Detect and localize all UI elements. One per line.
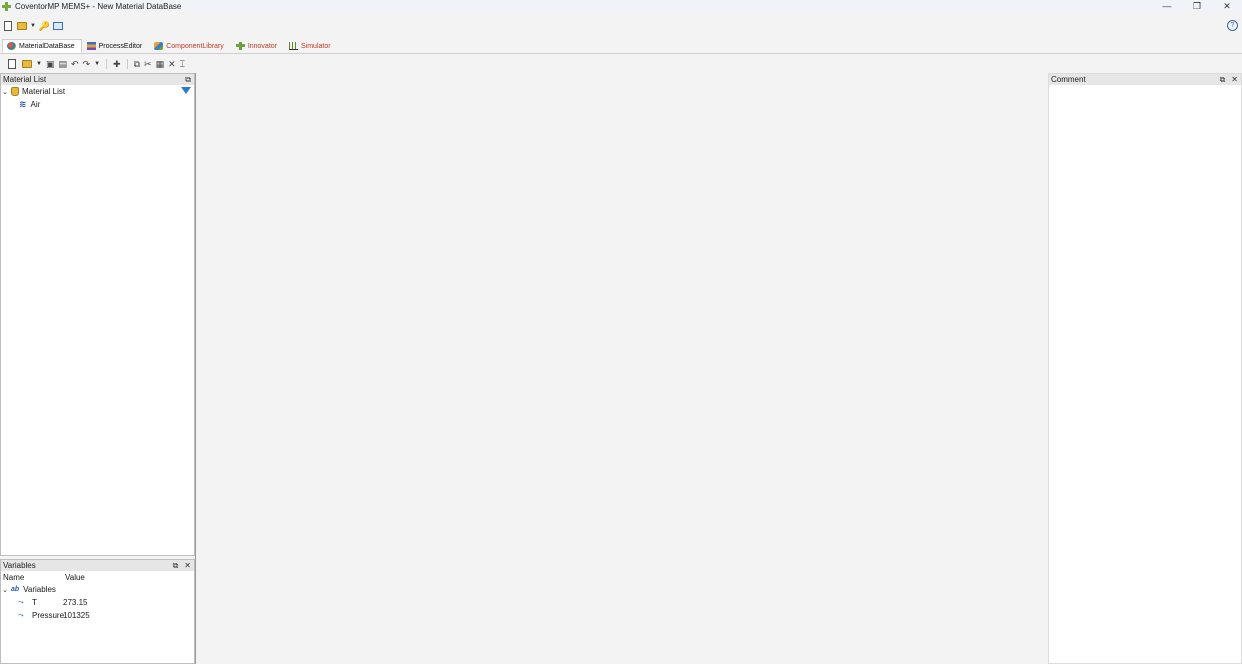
panel-header: Variables ⧉ ✕ xyxy=(1,560,194,571)
column-name[interactable]: Name xyxy=(3,573,65,582)
tab-label: ComponentLibrary xyxy=(166,42,224,50)
variables-panel: Variables ⧉ ✕ Name Value ⌄ ab Variables … xyxy=(0,559,195,664)
float-panel-icon[interactable]: ⧉ xyxy=(1220,75,1226,85)
delete-icon[interactable]: ✕ xyxy=(168,59,176,69)
panel-title: Comment xyxy=(1051,75,1086,84)
copy-icon[interactable]: ⧉ xyxy=(134,59,140,69)
open-dropdown-icon[interactable]: ▼ xyxy=(30,23,36,29)
material-db-icon xyxy=(7,42,16,50)
tree-root-label: Material List xyxy=(22,87,66,96)
variable-icon: ⤳ xyxy=(18,611,24,619)
open-folder-icon[interactable] xyxy=(16,21,27,32)
open-dropdown-icon[interactable]: ▼ xyxy=(36,61,42,67)
variable-icon: ⤳ xyxy=(18,598,24,606)
undo-icon[interactable]: ↶ xyxy=(71,59,79,69)
variable-row[interactable]: ⤳ Pressure 101325 xyxy=(1,609,194,622)
close-icon[interactable]: ✕ xyxy=(1231,75,1238,84)
panel-header: Material List ⧉ xyxy=(1,74,194,85)
tab-component-library[interactable]: ComponentLibrary xyxy=(149,39,231,53)
tab-simulator[interactable]: Simulator xyxy=(284,39,338,53)
group-label: Variables xyxy=(23,585,56,594)
process-editor-icon xyxy=(86,42,96,50)
column-headers: Name Value xyxy=(1,571,194,583)
open-icon[interactable] xyxy=(21,59,32,70)
close-button[interactable]: ✕ xyxy=(1212,0,1242,12)
panel-header: Comment ⧉ ✕ xyxy=(1049,74,1241,85)
fluid-wave-icon: ≋ xyxy=(19,99,27,109)
minimize-button[interactable]: — xyxy=(1152,0,1182,12)
variable-value[interactable]: 273.15 xyxy=(63,598,87,607)
add-material-icon[interactable]: ✚ xyxy=(113,59,121,69)
tab-innovator[interactable]: Innovator xyxy=(231,39,284,53)
toolbar-separator xyxy=(106,59,108,69)
tab-label: ProcessEditor xyxy=(98,42,143,50)
module-tabs: MaterialDataBase ProcessEditor Component… xyxy=(0,39,1242,54)
tree-item-label: Air xyxy=(30,100,41,109)
tree-root[interactable]: ⌄ Material List xyxy=(1,85,194,98)
cut-icon[interactable]: ✂ xyxy=(144,59,152,69)
material-list-panel: Material List ⧉ ⌄ Material List ≋ Air xyxy=(0,73,195,556)
panel-title: Material List xyxy=(3,75,47,84)
workspace-area xyxy=(195,73,1048,664)
redo-icon[interactable]: ↷ xyxy=(83,59,91,69)
save-icon[interactable]: ▣ xyxy=(46,59,55,69)
chevron-down-icon[interactable]: ⌄ xyxy=(1,88,9,96)
paste-icon[interactable]: ▦ xyxy=(156,59,165,69)
variable-row[interactable]: ⤳ T 273.15 xyxy=(1,596,194,609)
rename-icon[interactable]: ⌶ xyxy=(180,59,185,69)
variable-name: T xyxy=(32,598,37,607)
innovator-icon xyxy=(235,42,245,50)
float-panel-icon[interactable]: ⧉ xyxy=(173,561,179,571)
new-icon[interactable] xyxy=(6,59,17,70)
toolbar-separator xyxy=(126,59,128,69)
key-icon[interactable]: 🔑 xyxy=(39,21,50,32)
chevron-down-icon[interactable]: ⌄ xyxy=(1,586,9,594)
redo-dropdown-icon[interactable]: ▼ xyxy=(94,61,100,67)
filter-icon[interactable] xyxy=(181,87,191,94)
window-controls: — ❐ ✕ xyxy=(1152,0,1242,12)
restore-button[interactable]: ❐ xyxy=(1182,0,1212,12)
tab-process-editor[interactable]: ProcessEditor xyxy=(82,39,150,53)
help-icon[interactable]: ? xyxy=(1227,20,1238,31)
database-icon xyxy=(11,87,19,96)
tab-label: MaterialDataBase xyxy=(19,42,75,50)
column-value[interactable]: Value xyxy=(65,573,85,582)
variables-group[interactable]: ⌄ ab Variables xyxy=(1,583,194,596)
tab-material-database[interactable]: MaterialDataBase xyxy=(2,39,82,53)
main-toolbar: ▼ ▣ ▤ ↶ ↷ ▼ ✚ ⧉ ✂ ▦ ✕ ⌶ xyxy=(0,57,1242,71)
screen-icon[interactable] xyxy=(53,21,64,32)
float-panel-icon[interactable]: ⧉ xyxy=(185,75,191,85)
quick-access-toolbar: ▼ 🔑 ? xyxy=(0,18,1242,34)
title-bar: CoventorMP MEMS+ - New Material DataBase… xyxy=(0,0,1242,12)
tree-item-air[interactable]: ≋ Air xyxy=(1,98,194,111)
variable-group-icon: ab xyxy=(11,586,20,593)
window-title: CoventorMP MEMS+ - New Material DataBase xyxy=(15,1,182,11)
tab-label: Innovator xyxy=(247,42,277,50)
panel-title: Variables xyxy=(3,561,36,570)
simulator-icon xyxy=(289,42,298,50)
app-logo-icon xyxy=(2,1,11,11)
variable-value[interactable]: 101325 xyxy=(63,611,90,620)
close-icon[interactable]: ✕ xyxy=(184,561,191,570)
variable-name: Pressure xyxy=(32,611,65,620)
new-file-icon[interactable] xyxy=(2,21,13,32)
comment-panel: Comment ⧉ ✕ xyxy=(1048,73,1242,664)
component-library-icon xyxy=(154,42,164,50)
save-as-icon[interactable]: ▤ xyxy=(58,59,67,69)
tab-label: Simulator xyxy=(301,42,331,50)
